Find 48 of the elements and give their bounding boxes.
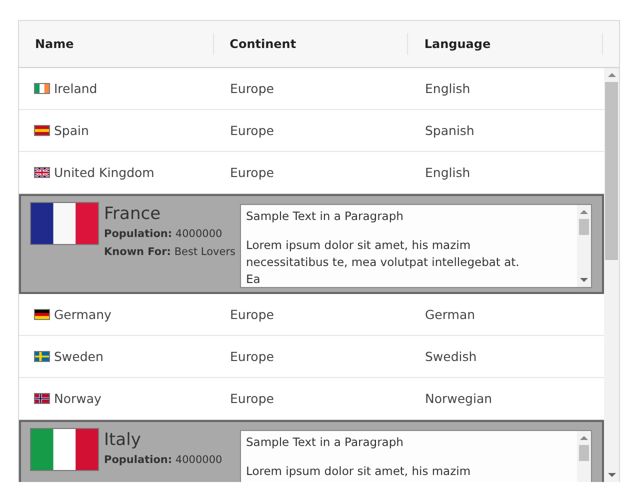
paragraph-text: Lorem ipsum dolor sit amet, his mazim — [246, 463, 472, 480]
scrollbar-thumb[interactable] — [579, 219, 589, 235]
population-text: Population: 4000000 — [104, 453, 224, 468]
table-cell: Norway — [19, 378, 214, 419]
table-cell-text: Norwegian — [424, 390, 494, 408]
country-name: Italy — [104, 429, 142, 451]
table-cell-text: Spanish — [424, 122, 476, 140]
paragraph-text: Lorem ipsum dolor sit amet, his mazim necessitatibus te, mea volutpat intellegebat at. Ea — [246, 237, 520, 287]
scroll-down-icon[interactable] — [608, 472, 616, 478]
scroll-down-icon[interactable] — [580, 277, 588, 283]
scrollbar-thumb[interactable] — [605, 82, 618, 260]
paragraph-title: Sample Text in a Paragraph — [246, 208, 404, 225]
scroll-up-icon[interactable] — [580, 435, 588, 441]
table-cell-text: Europe — [229, 348, 275, 366]
scrollbar-thumb[interactable] — [579, 445, 589, 461]
table-cell-text: English — [424, 164, 472, 182]
paragraph-title: Sample Text in a Paragraph — [246, 434, 404, 451]
table-cell-text: Europe — [229, 164, 275, 182]
flag-icon — [35, 352, 49, 361]
flag-icon — [35, 126, 49, 135]
flag-icon — [35, 310, 49, 319]
population-text: Population: 4000000 — [104, 227, 224, 242]
flag-icon — [35, 84, 49, 93]
flag-icon — [31, 429, 98, 470]
column-header[interactable]: Name — [19, 33, 214, 55]
table-cell: Ireland — [19, 68, 214, 109]
flag-icon — [35, 394, 49, 403]
table-cell-text: German — [424, 306, 476, 324]
table-cell-text: Europe — [229, 390, 275, 408]
scrollbar[interactable] — [604, 68, 619, 482]
table-cell-text: Europe — [229, 306, 275, 324]
flag-icon — [35, 168, 49, 177]
table-cell: Sweden — [19, 336, 214, 377]
table-cell: United Kingdom — [19, 152, 214, 193]
table-cell-text: Europe — [229, 80, 275, 98]
column-header[interactable]: Language — [408, 33, 604, 55]
scroll-up-icon[interactable] — [608, 72, 616, 78]
table-cell: Germany — [19, 294, 214, 335]
country-name: France — [104, 203, 162, 225]
scrollbar[interactable] — [577, 205, 591, 287]
scroll-up-icon[interactable] — [580, 209, 588, 215]
column-header[interactable]: Continent — [214, 33, 408, 55]
table-cell-text: English — [424, 80, 472, 98]
known-for-text: Known For: Best Lovers — [104, 245, 234, 260]
table-cell: Spain — [19, 110, 214, 151]
table-cell-text: Europe — [229, 122, 275, 140]
table-cell-text: Swedish — [424, 348, 478, 366]
flag-icon — [31, 203, 98, 244]
